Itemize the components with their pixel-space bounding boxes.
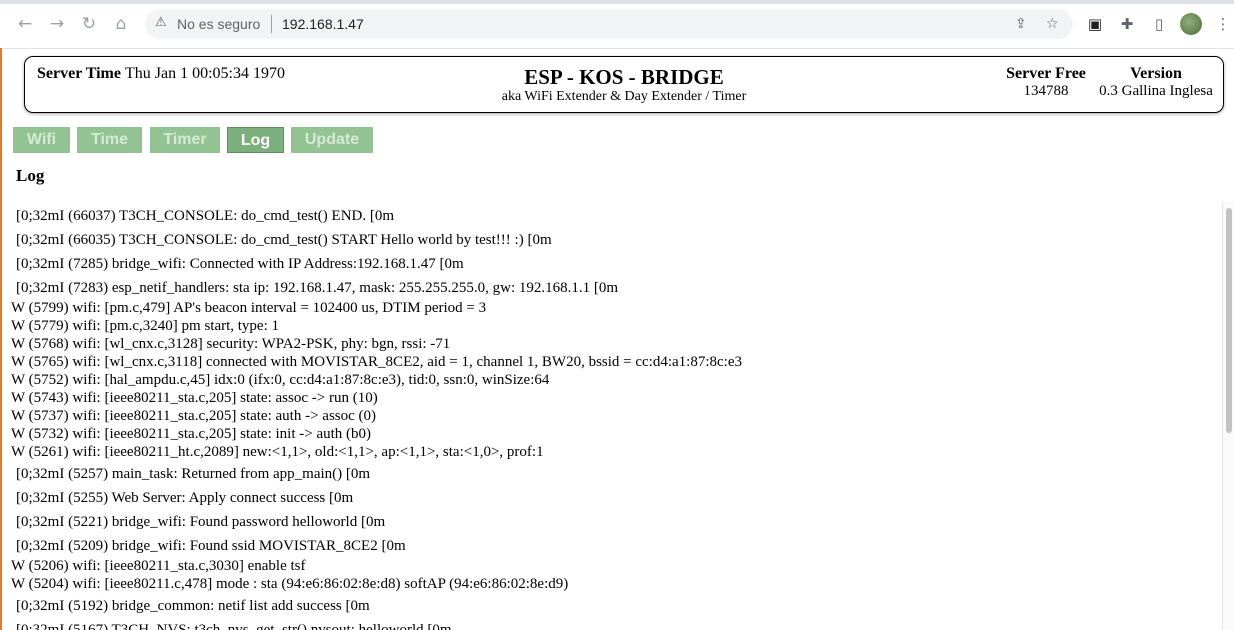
warning-icon[interactable]: ⚠ xyxy=(155,15,167,30)
forward-icon[interactable]: → xyxy=(46,13,68,35)
menu-icon[interactable]: ⋮ xyxy=(1213,14,1233,34)
tab-wifi[interactable]: Wifi xyxy=(13,127,70,153)
log-line: [0;32mI (7285) bridge_wifi: Connected wi… xyxy=(16,256,464,272)
browser-toolbar: ← → ↻ ⌂ ⚠ No es seguro 192.168.1.47 ⇪ ☆ … xyxy=(0,0,1234,49)
tab-timer[interactable]: Timer xyxy=(150,127,220,153)
back-icon[interactable]: ← xyxy=(14,13,36,35)
server-free-label: Server Free xyxy=(1006,65,1086,82)
log-line: W (5752) wifi: [hal_ampdu.c,45] idx:0 (i… xyxy=(11,372,550,388)
section-title: Log xyxy=(16,166,45,185)
log-line: W (5765) wifi: [wl_cnx.c,3118] connected… xyxy=(11,354,742,370)
log-line: [0;32mI (5221) bridge_wifi: Found passwo… xyxy=(16,514,386,530)
log-panel: [0;32mI (66037) T3CH_CONSOLE: do_cmd_tes… xyxy=(0,202,1222,630)
log-line: [0;32mI (5167) T3CH_NVS: t3ch_nvs_get_st… xyxy=(16,622,452,630)
security-label[interactable]: No es seguro xyxy=(177,16,260,32)
home-icon[interactable]: ⌂ xyxy=(110,13,132,35)
log-line: [0;32mI (66035) T3CH_CONSOLE: do_cmd_tes… xyxy=(16,232,552,248)
separator xyxy=(271,15,272,33)
profile-avatar[interactable] xyxy=(1180,13,1202,35)
log-line: W (5779) wifi: [pm.c,3240] pm start, typ… xyxy=(11,318,280,334)
share-icon[interactable]: ⇪ xyxy=(1015,16,1027,32)
log-line: [0;32mI (66037) T3CH_CONSOLE: do_cmd_tes… xyxy=(16,208,395,224)
header-panel: Server Time Thu Jan 1 00:05:34 1970 ESP … xyxy=(24,56,1224,113)
log-line: W (5204) wifi: [ieee80211.c,478] mode : … xyxy=(11,576,569,592)
log-line: W (5737) wifi: [ieee80211_sta.c,205] sta… xyxy=(11,408,377,424)
puzzle-icon[interactable]: ✚ xyxy=(1117,14,1137,34)
star-icon[interactable]: ☆ xyxy=(1046,16,1059,32)
log-line: [0;32mI (5257) main_task: Returned from … xyxy=(16,466,371,482)
log-line: W (5732) wifi: [ieee80211_sta.c,205] sta… xyxy=(11,426,372,442)
tab-log[interactable]: Log xyxy=(227,127,284,153)
version-value: 0.3 Gallina Inglesa xyxy=(1099,83,1213,99)
log-line: W (5206) wifi: [ieee80211_sta.c,3030] en… xyxy=(11,558,306,574)
extension-icon[interactable]: ▣ xyxy=(1085,14,1105,34)
version-label: Version xyxy=(1130,65,1182,82)
log-line: [0;32mI (7283) esp_netif_handlers: sta i… xyxy=(16,280,619,296)
log-line: [0;32mI (5255) Web Server: Apply connect… xyxy=(16,490,354,506)
server-free-value: 134788 xyxy=(1023,83,1069,99)
log-line: W (5799) wifi: [pm.c,479] AP's beacon in… xyxy=(11,300,487,316)
log-scrollbar[interactable] xyxy=(1222,202,1234,630)
tab-strip xyxy=(0,0,1234,4)
log-line: W (5261) wifi: [ieee80211_ht.c,2089] new… xyxy=(11,444,544,460)
url-text[interactable]: 192.168.1.47 xyxy=(282,16,364,32)
tab-time[interactable]: Time xyxy=(77,127,142,153)
side-panel-icon[interactable]: ▯ xyxy=(1149,14,1169,34)
log-line: W (5743) wifi: [ieee80211_sta.c,205] sta… xyxy=(11,390,378,406)
log-line: [0;32mI (5192) bridge_common: netif list… xyxy=(16,598,370,614)
reload-icon[interactable]: ↻ xyxy=(78,13,100,35)
log-line: W (5768) wifi: [wl_cnx.c,3128] security:… xyxy=(11,336,451,352)
address-bar[interactable]: ⚠ No es seguro 192.168.1.47 ⇪ ☆ xyxy=(145,9,1073,39)
log-line: [0;32mI (5209) bridge_wifi: Found ssid M… xyxy=(16,538,406,554)
tab-update[interactable]: Update xyxy=(291,127,373,153)
scroll-thumb[interactable] xyxy=(1226,208,1232,433)
